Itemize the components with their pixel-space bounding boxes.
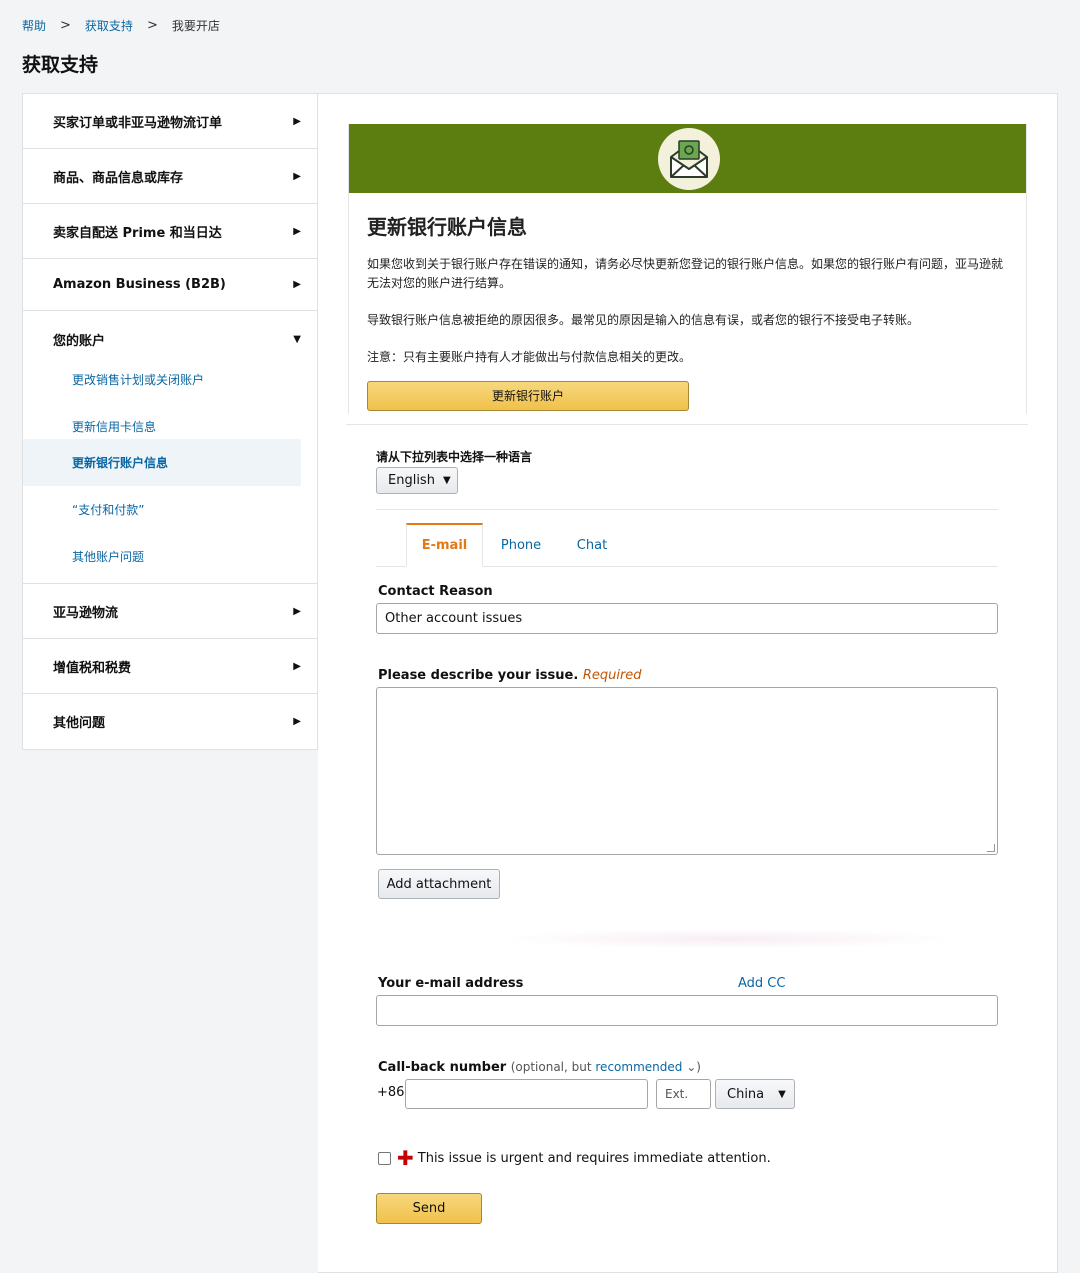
optional-prefix: (optional, but <box>510 1060 596 1074</box>
describe-issue-label: Please describe your issue. Required <box>378 668 642 683</box>
triangle-right-icon: ▶ <box>293 716 301 727</box>
breadcrumb-get-support[interactable]: 获取支持 <box>85 17 133 34</box>
main-panel: 更新银行账户信息 如果您收到关于银行账户存在错误的通知，请务必尽快更新您登记的银… <box>318 93 1058 1273</box>
update-bank-account-button[interactable]: 更新银行账户 <box>367 381 689 411</box>
divider <box>376 509 998 510</box>
urgent-text: This issue is urgent and requires immedi… <box>417 1151 771 1166</box>
callback-label: Call-back number (optional, but recommen… <box>378 1060 701 1075</box>
country-selected-value: China <box>727 1086 765 1102</box>
extension-input[interactable]: Ext. <box>656 1079 711 1109</box>
sidebar-item-label: 商品、商品信息或库存 <box>53 170 184 186</box>
sidebar-subitem-bank-account[interactable]: 更新银行账户信息 <box>23 439 301 486</box>
tab-phone[interactable]: Phone <box>488 524 554 567</box>
breadcrumb-current: 我要开店 <box>171 19 220 33</box>
sidebar-item-products[interactable]: 商品、商品信息或库存 ▶ <box>23 149 317 204</box>
contact-reason-select[interactable]: Other account issues <box>376 603 998 634</box>
email-label: Your e-mail address <box>378 976 524 991</box>
breadcrumb: 帮助 > 获取支持 > 我要开店 <box>22 17 220 34</box>
breadcrumb-help[interactable]: 帮助 <box>22 17 46 34</box>
sidebar-item-label: 增值税和税费 <box>53 660 132 676</box>
info-card: 更新银行账户信息 如果您收到关于银行账户存在错误的通知，请务必尽快更新您登记的银… <box>348 124 1027 414</box>
chevron-right-icon: > <box>146 18 158 33</box>
send-button[interactable]: Send <box>376 1193 482 1224</box>
triangle-down-icon: ▼ <box>293 333 301 345</box>
required-indicator: Required <box>582 668 642 683</box>
recommended-link[interactable]: recommended <box>595 1060 682 1074</box>
sidebar-item-label: 亚马逊物流 <box>53 605 119 621</box>
urgent-row: ✚ This issue is urgent and requires imme… <box>378 1146 771 1170</box>
triangle-right-icon: ▶ <box>293 660 301 672</box>
card-paragraph-2: 导致银行账户信息被拒绝的原因很多。最常见的原因是输入的信息有误，或者您的银行不接… <box>367 313 920 327</box>
triangle-right-icon: ▶ <box>293 170 301 182</box>
card-banner <box>349 124 1026 193</box>
resize-handle-icon[interactable] <box>987 844 995 852</box>
country-select[interactable]: China ▼ <box>715 1079 795 1109</box>
card-title: 更新银行账户信息 <box>367 215 527 239</box>
sidebar-submenu: 更改销售计划或关闭账户 更新信用卡信息 更新银行账户信息 “支付和付款” 其他账… <box>23 367 317 584</box>
sidebar: 买家订单或非亚马逊物流订单 ▶ 商品、商品信息或库存 ▶ 卖家自配送 Prime… <box>22 93 318 750</box>
sidebar-subitem-payments[interactable]: “支付和付款” <box>23 486 301 533</box>
page-title: 获取支持 <box>22 54 99 76</box>
language-selected-value: English <box>388 473 435 488</box>
language-label: 请从下拉列表中选择一种语言 <box>376 450 533 464</box>
sidebar-item-buyer-orders[interactable]: 买家订单或非亚马逊物流订单 ▶ <box>23 94 317 149</box>
tab-chat[interactable]: Chat <box>564 524 620 567</box>
callback-optional-note: (optional, but recommended ⌄) <box>511 1060 701 1074</box>
chevron-down-icon: ▼ <box>442 475 451 486</box>
sidebar-item-your-account[interactable]: 您的账户 ▼ <box>23 311 317 367</box>
phone-number-input[interactable] <box>405 1079 648 1109</box>
callback-label-text: Call-back number <box>378 1060 507 1075</box>
sidebar-item-label: 其他问题 <box>53 716 106 731</box>
triangle-right-icon: ▶ <box>293 225 301 237</box>
card-paragraph-3: 注意：只有主要账户持有人才能做出与付款信息相关的更改。 <box>367 350 692 364</box>
sidebar-item-label: 您的账户 <box>53 333 106 349</box>
sidebar-item-label: Amazon Business (B2B) <box>53 277 226 292</box>
urgent-checkbox[interactable] <box>378 1152 391 1165</box>
sidebar-item-label: 卖家自配送 Prime 和当日达 <box>53 225 222 241</box>
divider <box>346 424 1028 425</box>
sidebar-item-label: 买家订单或非亚马逊物流订单 <box>53 115 223 131</box>
sidebar-subitem-credit-card[interactable]: 更新信用卡信息 <box>23 414 301 439</box>
sidebar-item-other[interactable]: 其他问题 ▶ <box>23 694 317 749</box>
email-field[interactable] <box>376 995 998 1026</box>
sidebar-item-business[interactable]: Amazon Business (B2B) ▶ <box>23 259 317 311</box>
triangle-right-icon: ▶ <box>293 605 301 617</box>
add-cc-link[interactable]: Add CC <box>738 976 785 991</box>
sidebar-item-vat[interactable]: 增值税和税费 ▶ <box>23 639 317 694</box>
chevron-right-icon: > <box>60 18 71 33</box>
extension-placeholder: Ext. <box>665 1087 689 1101</box>
sidebar-item-prime[interactable]: 卖家自配送 Prime 和当日达 ▶ <box>23 204 317 259</box>
triangle-right-icon: ▶ <box>293 279 301 290</box>
sidebar-item-fba[interactable]: 亚马逊物流 ▶ <box>23 584 317 639</box>
describe-issue-text: Please describe your issue. <box>378 668 579 683</box>
optional-suffix: ⌄) <box>682 1060 701 1074</box>
contact-reason-label: Contact Reason <box>378 584 493 599</box>
country-code-prefix: +86 <box>377 1085 405 1100</box>
sidebar-subitem-change-plan[interactable]: 更改销售计划或关闭账户 <box>23 367 301 392</box>
divider <box>498 929 958 949</box>
chevron-down-icon: ▼ <box>778 1088 786 1100</box>
triangle-right-icon: ▶ <box>293 115 301 127</box>
red-cross-icon: ✚ <box>397 1146 414 1170</box>
tab-email[interactable]: E-mail <box>406 523 483 567</box>
add-attachment-button[interactable]: Add attachment <box>378 869 500 899</box>
contact-reason-value: Other account issues <box>385 611 523 626</box>
language-select[interactable]: English ▼ <box>376 467 458 494</box>
sidebar-subitem-other-account[interactable]: 其他账户问题 <box>23 533 301 580</box>
money-envelope-icon <box>658 128 720 190</box>
issue-description-textarea[interactable] <box>376 687 998 855</box>
card-paragraph-1: 如果您收到关于银行账户存在错误的通知，请务必尽快更新您登记的银行账户信息。如果您… <box>367 257 1004 290</box>
